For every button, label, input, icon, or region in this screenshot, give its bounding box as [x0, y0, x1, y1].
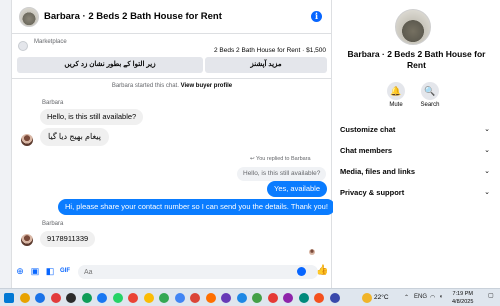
search-label: Search: [420, 102, 440, 108]
marketplace-label: Marketplace: [34, 39, 67, 45]
taskbar-app-icon[interactable]: [190, 293, 200, 303]
marketplace-banner: Marketplace 2 Beds 2 Bath House for Rent…: [12, 35, 332, 79]
taskbar-app-icon[interactable]: [35, 293, 45, 303]
outgoing-message[interactable]: Yes, available: [267, 181, 328, 197]
speaker-icon[interactable]: ◖: [439, 294, 443, 300]
chat-members-row[interactable]: Chat members ⌄: [340, 143, 490, 159]
taskbar-app-icon[interactable]: [236, 293, 247, 303]
contact-avatar[interactable]: [21, 134, 33, 146]
taskbar-app-icon[interactable]: [314, 293, 324, 303]
messenger-app: Barbara · 2 Beds 2 Bath House for Rent i…: [0, 0, 500, 288]
chat-avatar[interactable]: [19, 7, 39, 27]
taskbar-app-icon[interactable]: [112, 293, 123, 303]
row-label: Privacy & support: [340, 188, 405, 197]
taskbar-app-icon[interactable]: [252, 293, 262, 303]
outgoing-message[interactable]: Hi, please share your contact number so …: [58, 199, 335, 215]
taskbar-app-icon[interactable]: [205, 293, 216, 303]
emoji-icon[interactable]: [297, 267, 306, 276]
taskbar-app-icon[interactable]: [97, 293, 107, 303]
incoming-message[interactable]: 9178911339: [40, 231, 96, 247]
sticker-icon[interactable]: ◧: [45, 266, 55, 276]
media-files-row[interactable]: Media, files and links ⌄: [340, 164, 490, 180]
incoming-message[interactable]: پیغام بھیج دیا گیا: [40, 128, 109, 146]
taskbar-app-icon[interactable]: [329, 293, 340, 303]
temperature[interactable]: 22°C: [374, 294, 389, 301]
taskbar-app-icon[interactable]: [221, 293, 231, 303]
taskbar-app-icon[interactable]: [19, 293, 30, 303]
taskbar-app-icon[interactable]: [174, 293, 185, 303]
view-buyer-profile-link[interactable]: View buyer profile: [181, 83, 233, 89]
chat-header: Barbara · 2 Beds 2 Bath House for Rent i: [12, 0, 332, 34]
listing-thumbnail-icon[interactable]: [18, 41, 28, 51]
listing-title[interactable]: 2 Beds 2 Bath House for Rent · $1,500: [214, 47, 326, 54]
taskbar-app-icon[interactable]: [283, 293, 293, 303]
windows-taskbar: 22°C ⌃ ENG ◠ ◖ 7:19 PM 4/8/2025 ▢: [0, 288, 500, 306]
mute-button[interactable]: 🔔 Mute: [381, 82, 411, 108]
plus-icon[interactable]: ⊕: [15, 266, 25, 276]
reply-indicator: ↩ You replied to Barbara: [250, 156, 311, 162]
taskbar-app-icon[interactable]: [66, 293, 76, 303]
row-label: Chat members: [340, 146, 393, 155]
info-icon[interactable]: i: [311, 11, 322, 22]
left-scroll-strip: [0, 0, 12, 288]
taskbar-app-icon[interactable]: [267, 293, 278, 303]
row-label: Customize chat: [340, 125, 396, 134]
weather-icon[interactable]: [362, 293, 372, 303]
chevron-down-icon: ⌄: [484, 126, 490, 133]
chevron-up-icon[interactable]: ⌃: [404, 294, 409, 301]
chevron-down-icon: ⌄: [484, 189, 490, 196]
time: 7:19 PM: [452, 291, 473, 297]
system-note: Barbara started this chat. View buyer pr…: [12, 83, 332, 89]
mute-label: Mute: [389, 102, 403, 108]
clock[interactable]: 7:19 PM 4/8/2025: [452, 290, 473, 306]
wifi-icon[interactable]: ◠: [430, 294, 435, 301]
search-icon: 🔍: [421, 82, 439, 100]
taskbar-app-icon[interactable]: [128, 293, 138, 303]
notification-icon[interactable]: ▢: [488, 292, 494, 299]
chevron-down-icon: ⌄: [484, 168, 490, 175]
search-button[interactable]: 🔍 Search: [415, 82, 445, 108]
image-icon[interactable]: ▣: [30, 266, 40, 276]
row-label: Media, files and links: [340, 167, 416, 176]
taskbar-app-icon[interactable]: [143, 293, 154, 303]
sender-name: Barbara: [42, 100, 64, 106]
language-indicator[interactable]: ENG: [414, 294, 427, 300]
privacy-support-row[interactable]: Privacy & support ⌄: [340, 185, 490, 201]
reply-indicator-text: You replied to Barbara: [256, 156, 311, 162]
chat-panel: Barbara · 2 Beds 2 Bath House for Rent i…: [12, 0, 335, 288]
customize-chat-row[interactable]: Customize chat ⌄: [340, 122, 490, 138]
taskbar-app-icon[interactable]: [50, 293, 61, 303]
seen-avatar: [309, 249, 315, 255]
taskbar-app-icon[interactable]: [4, 293, 14, 303]
date: 4/8/2025: [452, 299, 474, 305]
chat-title[interactable]: Barbara · 2 Beds 2 Bath House for Rent: [44, 11, 222, 22]
incoming-message[interactable]: Hello, is this still available?: [40, 109, 144, 125]
chevron-down-icon: ⌄: [484, 147, 490, 154]
details-avatar[interactable]: [395, 9, 431, 45]
taskbar-app-icon[interactable]: [159, 293, 169, 303]
contact-avatar[interactable]: [21, 234, 33, 246]
mark-pending-button[interactable]: زیر التوا کے بطور نشان زد کریں: [17, 57, 203, 73]
sender-name: Barbara: [42, 221, 64, 227]
system-note-text: Barbara started this chat.: [111, 83, 179, 89]
taskbar-app-icon[interactable]: [298, 293, 309, 303]
details-panel: Barbara · 2 Beds 2 Bath House for Rent 🔔…: [333, 0, 500, 288]
composer: ⊕ ▣ ◧ GIF 👍: [12, 262, 332, 282]
taskbar-app-icon[interactable]: [81, 293, 92, 303]
details-title: Barbara · 2 Beds 2 Bath House for Rent: [347, 49, 486, 70]
quoted-message[interactable]: Hello, is this still available?: [237, 167, 327, 181]
like-icon[interactable]: 👍: [316, 265, 328, 276]
more-options-button[interactable]: مزید آپشنز: [205, 57, 327, 73]
gif-icon[interactable]: GIF: [60, 266, 70, 276]
message-input[interactable]: [78, 265, 318, 279]
bell-icon: 🔔: [387, 82, 405, 100]
